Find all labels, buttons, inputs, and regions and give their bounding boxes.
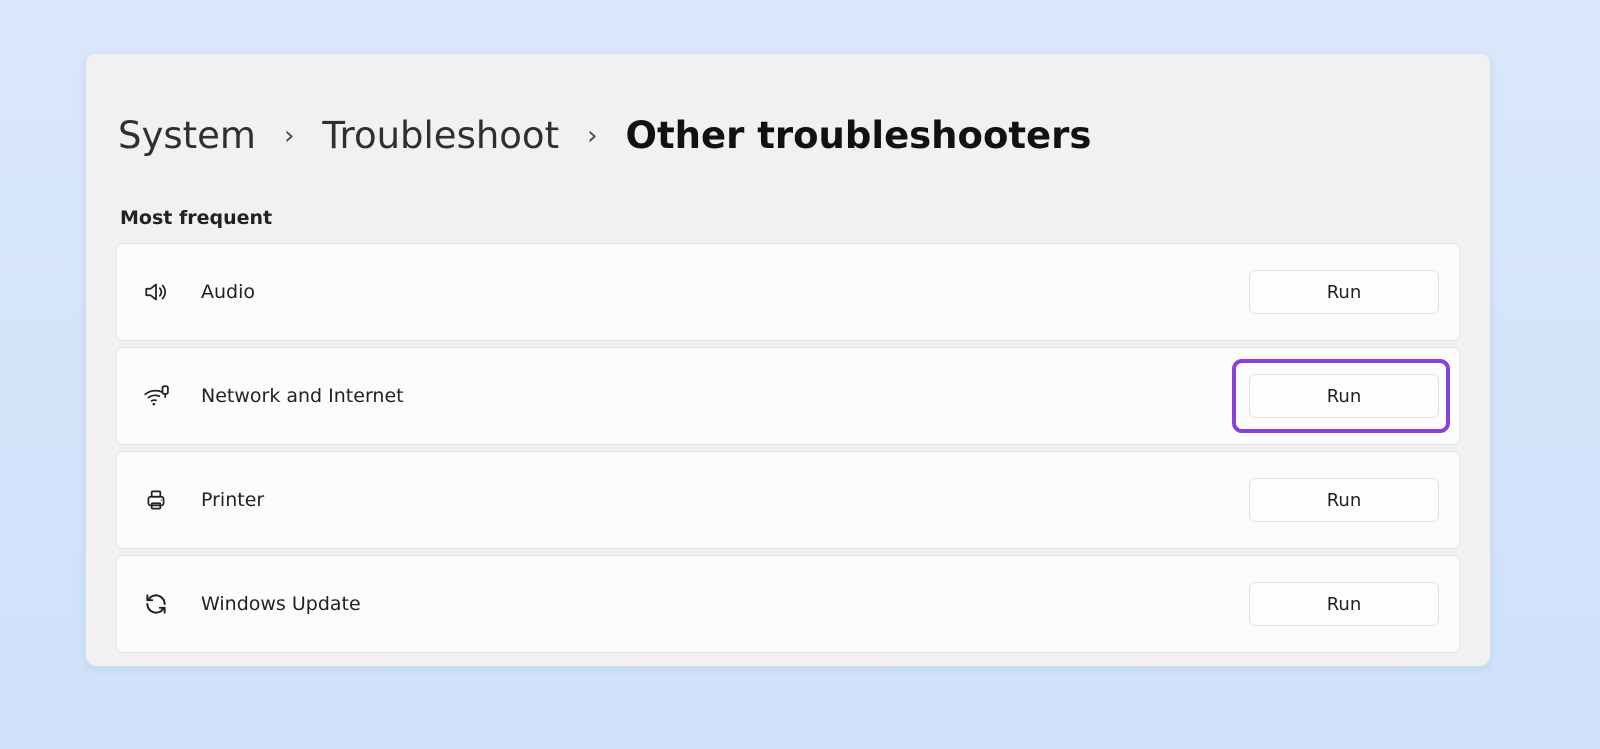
troubleshooter-label: Windows Update	[201, 593, 1249, 615]
troubleshooter-row-windows-update[interactable]: Windows Update Run	[116, 555, 1460, 653]
run-button-network[interactable]: Run	[1249, 374, 1439, 418]
troubleshooter-label: Network and Internet	[201, 385, 1249, 407]
chevron-right-icon: ›	[587, 121, 597, 151]
run-button-audio[interactable]: Run	[1249, 270, 1439, 314]
settings-window: System › Troubleshoot › Other troublesho…	[86, 54, 1490, 666]
audio-icon	[141, 277, 171, 307]
troubleshooter-label: Audio	[201, 281, 1249, 303]
troubleshooter-row-network[interactable]: Network and Internet Run	[116, 347, 1460, 445]
section-heading-most-frequent: Most frequent	[86, 157, 1490, 243]
breadcrumb-troubleshoot[interactable]: Troubleshoot	[322, 114, 559, 157]
troubleshooter-row-audio[interactable]: Audio Run	[116, 243, 1460, 341]
run-button-windows-update[interactable]: Run	[1249, 582, 1439, 626]
chevron-right-icon: ›	[284, 121, 294, 151]
troubleshooter-list: Audio Run Network and Internet Run	[86, 243, 1490, 653]
sync-icon	[141, 589, 171, 619]
breadcrumb-system[interactable]: System	[118, 114, 256, 157]
wifi-network-icon	[141, 381, 171, 411]
breadcrumb: System › Troubleshoot › Other troublesho…	[86, 54, 1490, 157]
printer-icon	[141, 485, 171, 515]
troubleshooter-row-printer[interactable]: Printer Run	[116, 451, 1460, 549]
run-button-printer[interactable]: Run	[1249, 478, 1439, 522]
breadcrumb-current: Other troubleshooters	[626, 114, 1092, 157]
troubleshooter-label: Printer	[201, 489, 1249, 511]
